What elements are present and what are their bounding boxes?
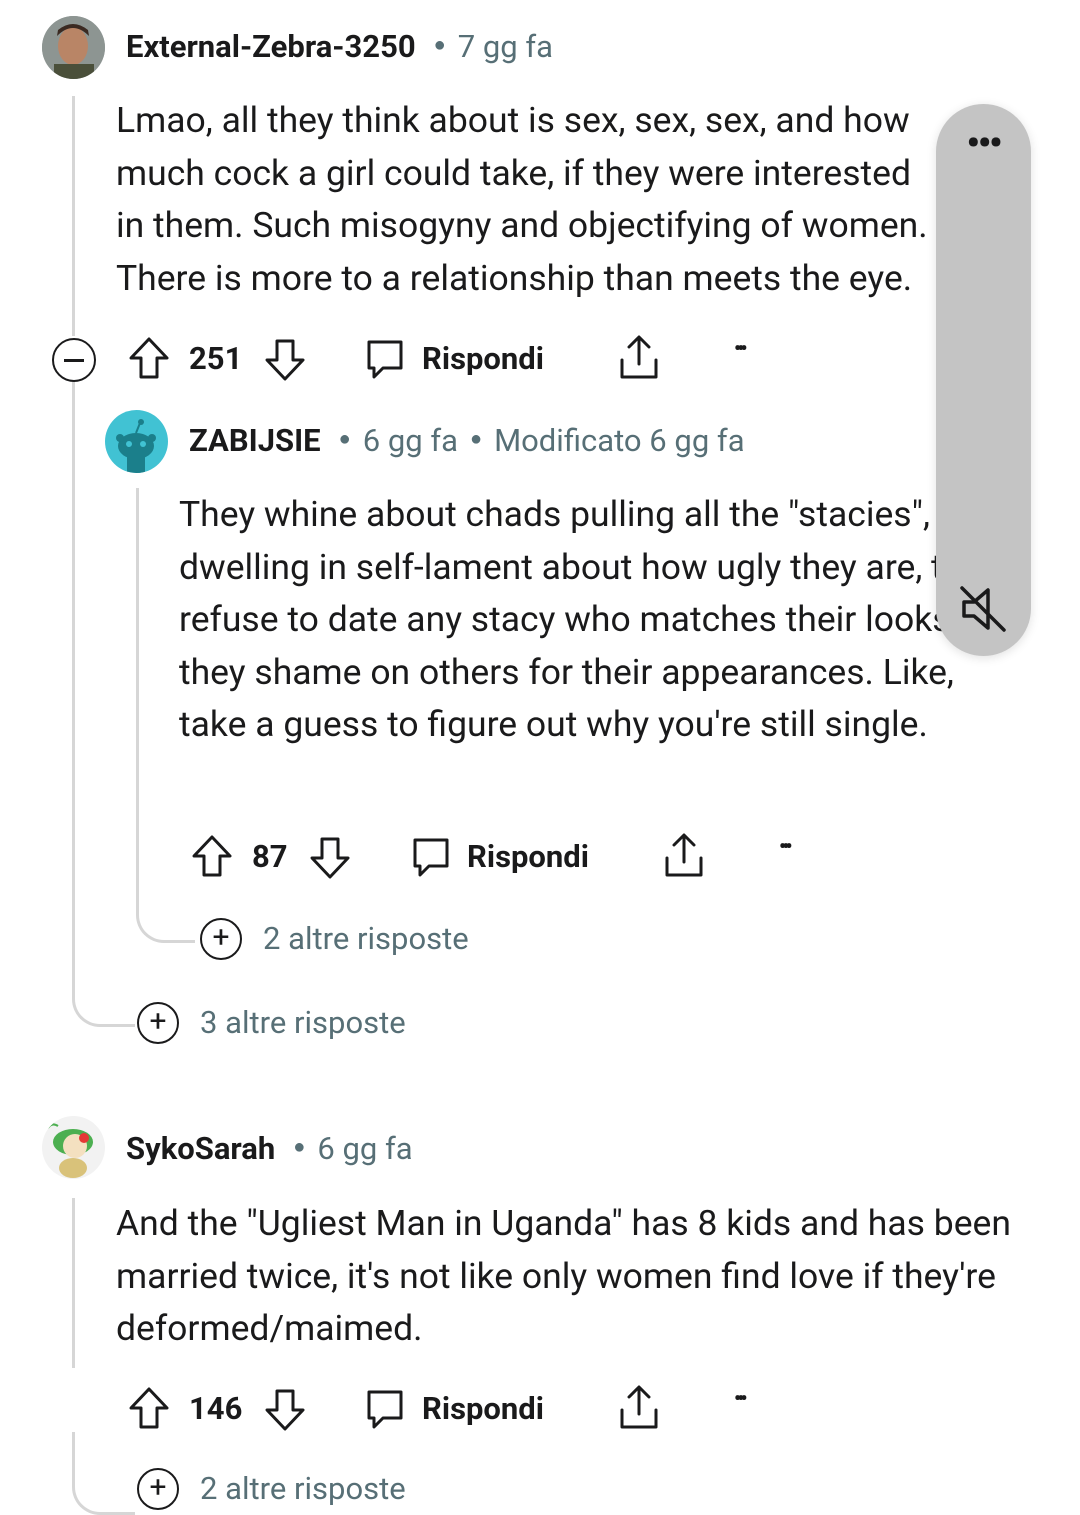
collapse-icon xyxy=(64,359,84,362)
expand-icon: + xyxy=(200,918,242,960)
thread-line xyxy=(72,380,135,1027)
thread-line xyxy=(72,96,75,336)
expand-icon: + xyxy=(137,1002,179,1044)
comment-icon[interactable] xyxy=(410,836,452,880)
more-options-button[interactable]: ••• xyxy=(779,834,792,858)
thread-line xyxy=(72,1198,75,1368)
more-replies-label: 3 altre risposte xyxy=(200,1004,406,1041)
comment-actions: 87 Rispondi ••• xyxy=(189,830,829,886)
avatar[interactable] xyxy=(105,410,168,473)
upvote-icon[interactable] xyxy=(128,1386,170,1430)
share-icon[interactable] xyxy=(663,832,705,880)
reply-button[interactable]: Rispondi xyxy=(467,838,589,875)
avatar[interactable] xyxy=(42,1116,105,1179)
comment-author[interactable]: External-Zebra-3250 xyxy=(126,28,416,65)
upvote-icon[interactable] xyxy=(191,834,233,878)
vote-count: 87 xyxy=(252,838,288,875)
comment-body: Lmao, all they think about is sex, sex, … xyxy=(116,99,936,299)
comment-timestamp: 7 gg fa xyxy=(457,28,554,65)
more-options-button[interactable]: ••• xyxy=(734,1386,747,1410)
avatar[interactable] xyxy=(42,16,105,79)
comment-body: They whine about chads pulling all the "… xyxy=(179,493,1001,745)
downvote-icon[interactable] xyxy=(264,1388,306,1432)
comment-icon[interactable] xyxy=(364,1388,406,1432)
vote-count: 251 xyxy=(189,340,243,377)
vote-count: 146 xyxy=(189,1390,243,1427)
comment-author[interactable]: SykoSarah xyxy=(126,1130,275,1167)
floating-media-overlay[interactable]: ••• xyxy=(936,104,1031,656)
reply-button[interactable]: Rispondi xyxy=(422,1390,544,1427)
comment-author[interactable]: ZABIJSIE xyxy=(189,422,321,459)
share-icon[interactable] xyxy=(618,1384,660,1432)
more-replies-button[interactable]: + 3 altre risposte xyxy=(137,1002,437,1046)
overlay-menu-button[interactable]: ••• xyxy=(936,122,1031,164)
more-replies-button[interactable]: + 2 altre risposte xyxy=(200,918,500,962)
comment-body: And the "Ugliest Man in Uganda" has 8 ki… xyxy=(116,1202,1020,1349)
comment-actions: 146 Rispondi ••• xyxy=(126,1382,826,1438)
thread-line xyxy=(72,1432,135,1515)
more-replies-label: 2 altre risposte xyxy=(200,1470,406,1507)
collapse-button[interactable] xyxy=(52,338,96,382)
speaker-muted-icon[interactable] xyxy=(958,584,1008,634)
edited-timestamp: Modificato 6 gg fa xyxy=(494,422,745,459)
downvote-icon[interactable] xyxy=(264,338,306,382)
more-replies-label: 2 altre risposte xyxy=(263,920,469,957)
expand-icon: + xyxy=(137,1468,179,1510)
more-options-button[interactable]: ••• xyxy=(734,336,747,360)
more-replies-button[interactable]: + 2 altre risposte xyxy=(137,1468,437,1512)
comment-timestamp: 6 gg fa xyxy=(317,1130,413,1167)
comment-timestamp: 6 gg fa xyxy=(362,422,458,459)
upvote-icon[interactable] xyxy=(128,336,170,380)
comment-actions: 251 Rispondi ••• xyxy=(52,332,812,388)
comment-icon[interactable] xyxy=(364,338,406,382)
reply-button[interactable]: Rispondi xyxy=(422,340,544,377)
share-icon[interactable] xyxy=(618,334,660,382)
downvote-icon[interactable] xyxy=(309,836,351,880)
